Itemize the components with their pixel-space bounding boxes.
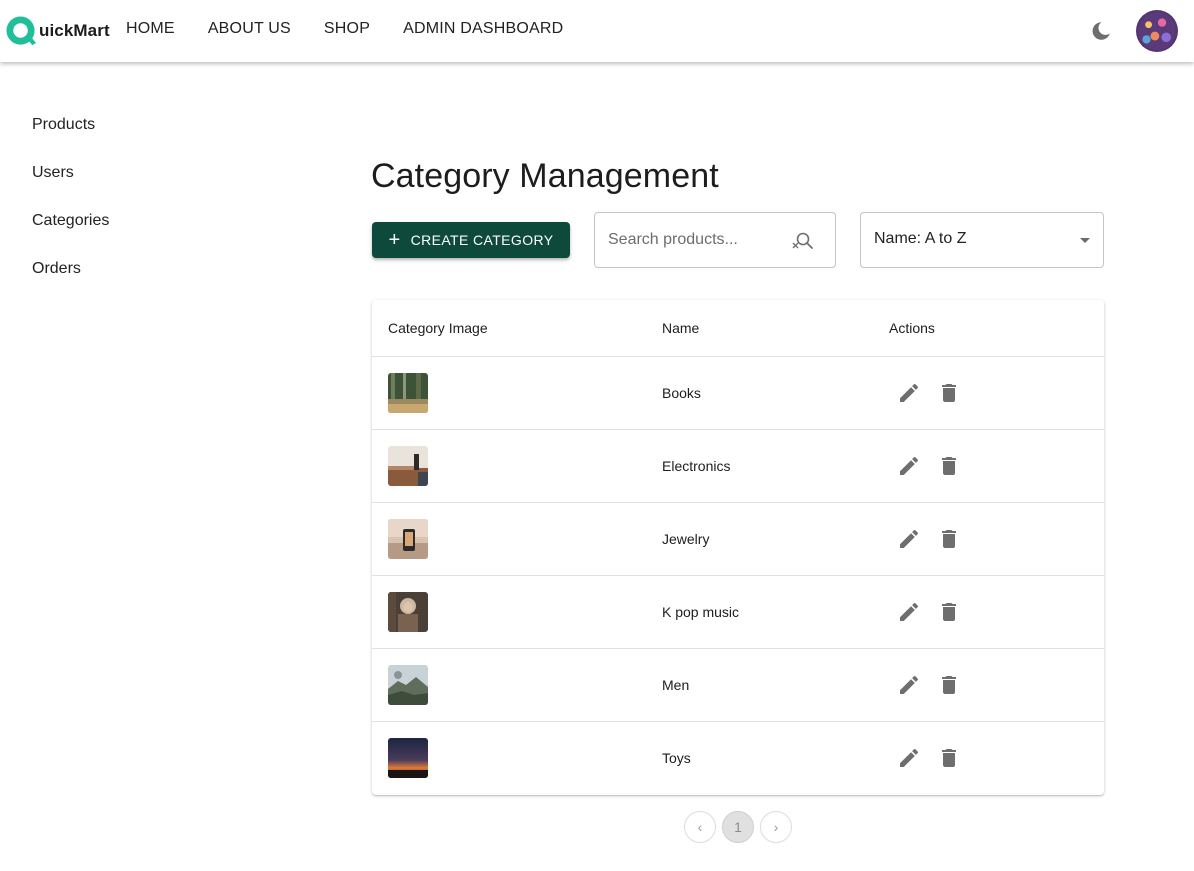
delete-icon[interactable] [937,381,961,405]
sidebar-item-categories[interactable]: Categories [32,210,109,258]
create-category-label: CREATE CATEGORY [410,232,554,248]
edit-icon[interactable] [897,673,921,697]
user-avatar[interactable] [1136,10,1178,52]
search-clear-icon[interactable] [790,229,814,253]
category-image [388,446,428,486]
category-name: Electronics [662,458,731,474]
column-header-image: Category Image [388,320,488,336]
delete-icon[interactable] [937,527,961,551]
plus-icon: + [388,229,401,251]
edit-icon[interactable] [897,454,921,478]
edit-icon[interactable] [897,527,921,551]
delete-icon[interactable] [937,746,961,770]
category-name: K pop music [662,604,740,620]
pagination-prev-button[interactable]: ‹ [684,811,716,843]
column-header-name: Name [662,320,700,336]
nav-shop-link[interactable]: SHOP [324,19,370,39]
sort-selected-value: Name: A to Z [874,230,967,247]
brand-logo[interactable]: uickMart [6,15,110,47]
edit-icon[interactable] [897,746,921,770]
main-nav: HOME ABOUT US SHOP ADMIN DASHBOARD [126,19,596,39]
chevron-down-icon [1080,238,1090,243]
table-row: Books [372,357,1104,430]
nav-admin-dashboard-link[interactable]: ADMIN DASHBOARD [403,19,563,39]
category-image [388,519,428,559]
category-name: Toys [662,750,691,766]
sidebar-item-users[interactable]: Users [32,162,109,210]
delete-icon[interactable] [937,673,961,697]
categories-table: Category Image Name Actions Books Electr… [372,300,1104,795]
category-image [388,665,428,705]
create-category-button[interactable]: + CREATE CATEGORY [372,222,570,258]
delete-icon[interactable] [937,600,961,624]
table-row: Toys [372,722,1104,795]
nav-about-us-link[interactable]: ABOUT US [208,19,291,39]
top-app-bar: uickMart HOME ABOUT US SHOP ADMIN DASHBO… [0,0,1194,62]
edit-icon[interactable] [897,381,921,405]
category-name: Men [662,677,690,693]
category-image [388,373,428,413]
edit-icon[interactable] [897,600,921,624]
pagination-page-1[interactable]: 1 [722,811,754,843]
pagination: ‹ 1 › [684,811,798,843]
nav-home-link[interactable]: HOME [126,19,175,39]
table-header: Category Image Name Actions [372,300,1104,357]
category-image [388,592,428,632]
admin-sidebar: Products Users Categories Orders [32,114,109,306]
page-title: Category Management [371,157,719,195]
quickmart-logo-icon [6,15,37,45]
search-input[interactable] [608,229,783,251]
table-row: Men [372,649,1104,722]
category-name: Jewelry [662,531,710,547]
pagination-next-button[interactable]: › [760,811,792,843]
category-name: Books [662,385,701,401]
table-row: Jewelry [372,503,1104,576]
sort-select[interactable]: Name: A to Z [860,212,1104,268]
sidebar-item-orders[interactable]: Orders [32,258,109,306]
delete-icon[interactable] [937,454,961,478]
moon-icon[interactable] [1089,19,1113,43]
table-row: Electronics [372,430,1104,503]
table-row: K pop music [372,576,1104,649]
column-header-actions: Actions [889,320,935,336]
search-field[interactable] [594,212,836,268]
brand-name: uickMart [39,21,110,40]
sidebar-item-products[interactable]: Products [32,114,109,162]
category-image [388,738,428,778]
